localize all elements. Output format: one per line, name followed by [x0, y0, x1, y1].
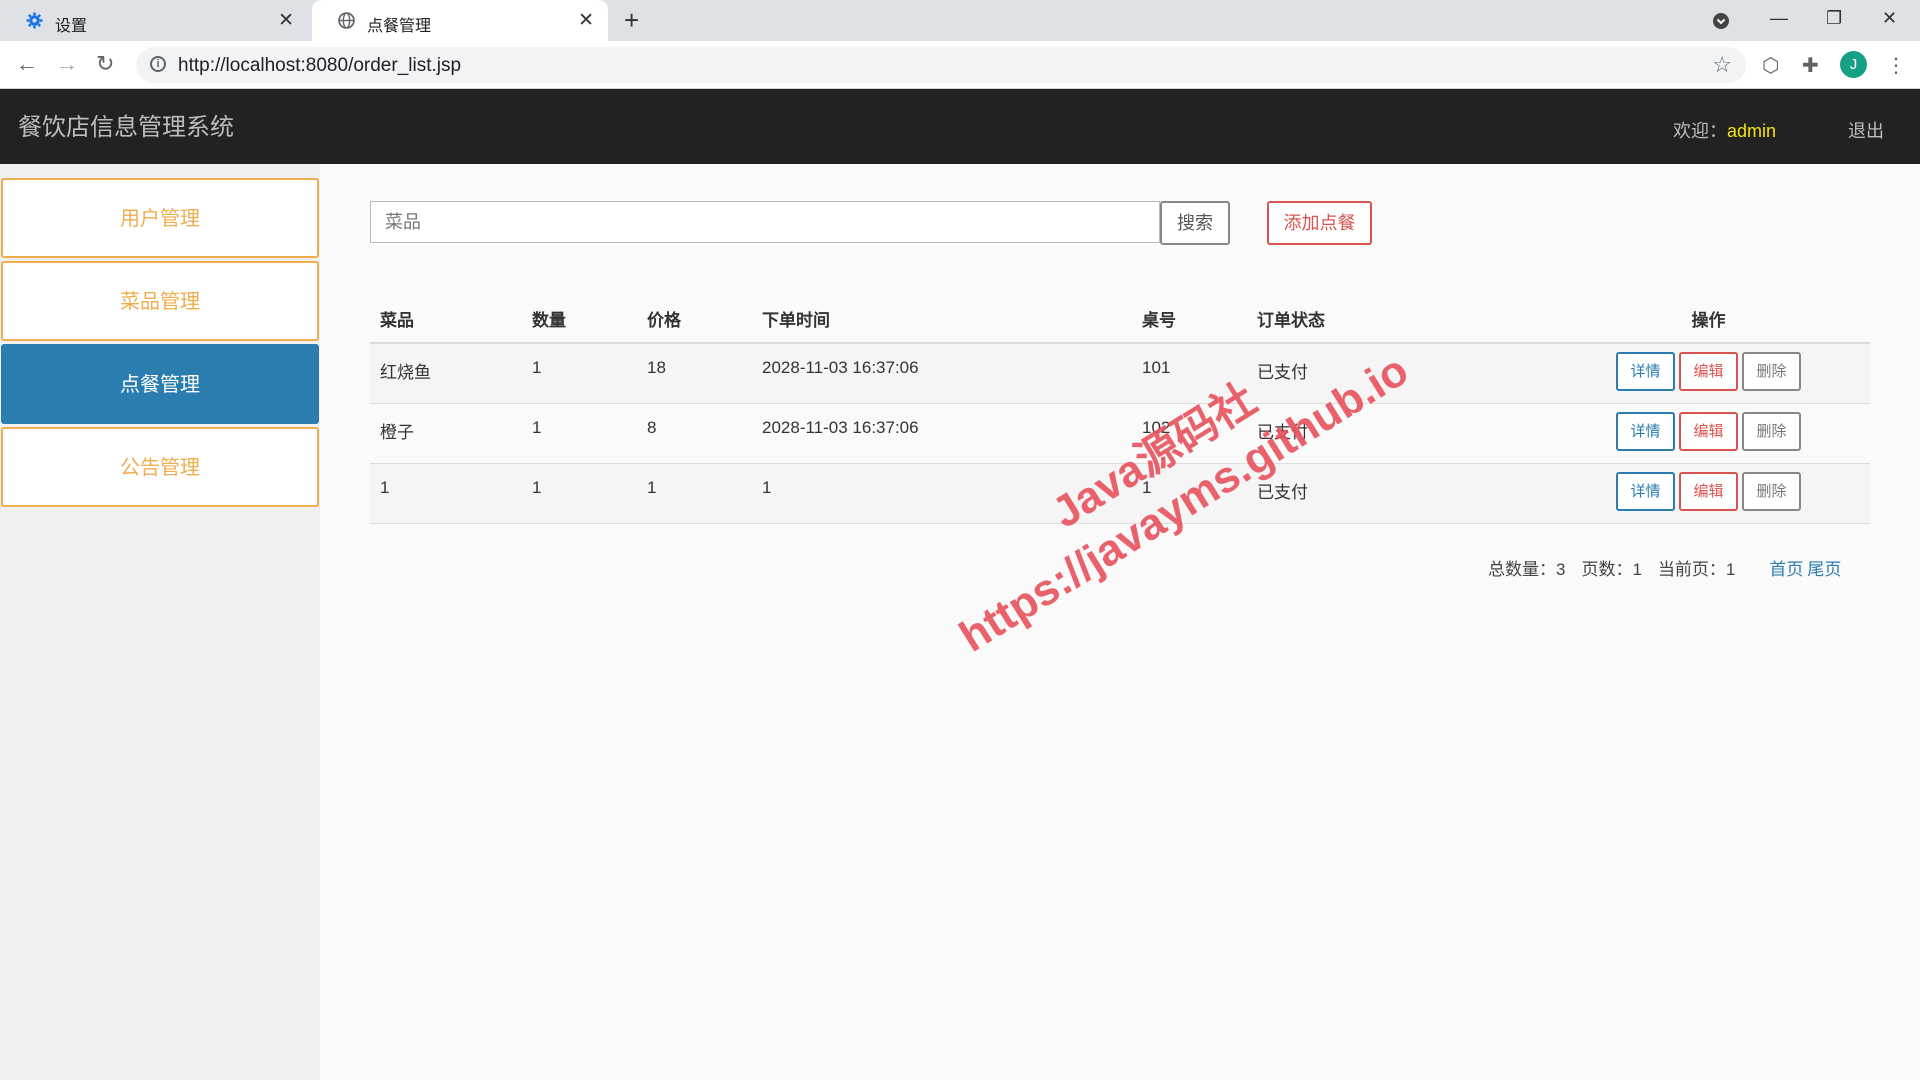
page-count: 页数：1 — [1581, 560, 1642, 579]
forward-arrow-icon[interactable]: → — [56, 51, 78, 77]
cell-actions: 详情 编辑 删除 — [1547, 463, 1870, 524]
cell-status: 已支付 — [1247, 463, 1547, 524]
cell-price: 8 — [637, 403, 752, 464]
search-button[interactable]: 搜索 — [1160, 201, 1230, 245]
info-icon[interactable]: i — [150, 56, 166, 72]
close-icon[interactable]: ✕ — [578, 9, 594, 32]
column-header: 操作 — [1547, 294, 1870, 344]
edit-button[interactable]: 编辑 — [1679, 352, 1738, 391]
column-header: 订单状态 — [1247, 294, 1547, 344]
column-header: 下单时间 — [752, 294, 1132, 344]
column-header: 菜品 — [370, 294, 522, 344]
column-header: 桌号 — [1132, 294, 1247, 344]
browser-tab-bar: 设置 ✕ 点餐管理 ✕ + — ❐ ✕ — [0, 0, 1920, 41]
restore-icon[interactable]: ❐ — [1826, 8, 1842, 29]
cell-qty: 1 — [522, 463, 637, 524]
cell-time: 2028-11-03 16:37:06 — [752, 343, 1132, 404]
column-header: 数量 — [522, 294, 637, 344]
last-page-link[interactable]: 尾页 — [1807, 560, 1841, 579]
add-order-button[interactable]: 添加点餐 — [1267, 201, 1372, 245]
back-arrow-icon[interactable]: ← — [16, 51, 38, 77]
sidebar: 用户管理 菜品管理 点餐管理 公告管理 — [0, 164, 320, 1080]
browser-address-bar: ← → ↻ i http://localhost:8080/order_list… — [0, 41, 1920, 89]
username: admin — [1727, 121, 1777, 141]
url-text: http://localhost:8080/order_list.jsp — [178, 55, 462, 76]
welcome-text: 欢迎：admin — [1673, 117, 1776, 143]
cell-price: 1 — [637, 463, 752, 524]
welcome-label: 欢迎： — [1673, 121, 1727, 141]
profile-avatar[interactable]: J — [1840, 51, 1867, 78]
minimize-icon[interactable]: — — [1770, 8, 1788, 29]
total-count: 总数量：3 — [1488, 560, 1566, 579]
delete-button[interactable]: 删除 — [1742, 411, 1801, 451]
detail-button[interactable]: 详情 — [1616, 471, 1675, 511]
search-input[interactable]: 菜品 — [370, 201, 1160, 243]
new-tab-icon[interactable]: + — [624, 5, 639, 36]
cell-dish: 红烧鱼 — [370, 343, 522, 404]
cell-qty: 1 — [522, 403, 637, 464]
cell-dish: 橙子 — [370, 403, 522, 464]
cell-dish: 1 — [370, 463, 522, 524]
cell-actions: 详情 编辑 删除 — [1547, 403, 1870, 464]
app-title: 餐饮店信息管理系统 — [18, 114, 234, 141]
cell-price: 18 — [637, 343, 752, 404]
sidebar-item-dishes[interactable]: 菜品管理 — [1, 261, 319, 341]
browser-tab-orders[interactable]: 点餐管理 ✕ — [312, 0, 608, 41]
sidebar-item-notices[interactable]: 公告管理 — [1, 427, 319, 507]
app-header: 餐饮店信息管理系统 欢迎：admin 退出 — [0, 89, 1920, 164]
url-field[interactable]: i http://localhost:8080/order_list.jsp ☆ — [136, 47, 1746, 83]
main-content: 菜品 搜索 添加点餐 菜品 数量 价格 下单时间 桌号 订单状态 操作 红烧鱼 … — [320, 164, 1920, 1080]
cell-qty: 1 — [522, 343, 637, 404]
delete-button[interactable]: 删除 — [1742, 471, 1801, 511]
logout-link[interactable]: 退出 — [1848, 117, 1884, 143]
tab-search-icon[interactable] — [1712, 12, 1730, 30]
sidebar-item-users[interactable]: 用户管理 — [1, 178, 319, 258]
sidebar-item-orders[interactable]: 点餐管理 — [1, 344, 319, 424]
detail-button[interactable]: 详情 — [1616, 352, 1675, 391]
browser-tab-title: 点餐管理 — [367, 18, 432, 35]
table-row: 红烧鱼 1 18 2028-11-03 16:37:06 101 已支付 详情编… — [370, 343, 1870, 404]
edit-button[interactable]: 编辑 — [1679, 411, 1738, 451]
detail-button[interactable]: 详情 — [1616, 411, 1675, 451]
reload-icon[interactable]: ↻ — [96, 51, 114, 77]
pagination: 总数量：3 页数：1 当前页：1 首页 尾页 — [1488, 555, 1841, 580]
close-icon[interactable]: ✕ — [278, 9, 294, 32]
cell-time: 2028-11-03 16:37:06 — [752, 403, 1132, 464]
table-header-row: 菜品 数量 价格 下单时间 桌号 订单状态 操作 — [370, 294, 1870, 344]
browser-tab-settings[interactable]: 设置 ✕ — [0, 0, 308, 41]
bookmark-star-icon[interactable]: ☆ — [1712, 52, 1732, 78]
browser-tab-title: 设置 — [55, 18, 88, 35]
first-page-link[interactable]: 首页 — [1769, 560, 1803, 579]
edit-button[interactable]: 编辑 — [1679, 471, 1738, 511]
puzzle-icon[interactable]: ✚ — [1802, 53, 1819, 78]
current-page: 当前页：1 — [1657, 560, 1736, 579]
extension-icon[interactable]: ⬡ — [1762, 53, 1779, 78]
cell-actions: 详情 编辑 删除 — [1547, 343, 1870, 404]
globe-icon — [338, 12, 355, 29]
column-header: 价格 — [637, 294, 752, 344]
window-close-icon[interactable]: ✕ — [1882, 8, 1897, 29]
more-menu-icon[interactable]: ⋮ — [1886, 53, 1906, 78]
delete-button[interactable]: 删除 — [1742, 352, 1801, 391]
gear-icon — [26, 12, 43, 29]
